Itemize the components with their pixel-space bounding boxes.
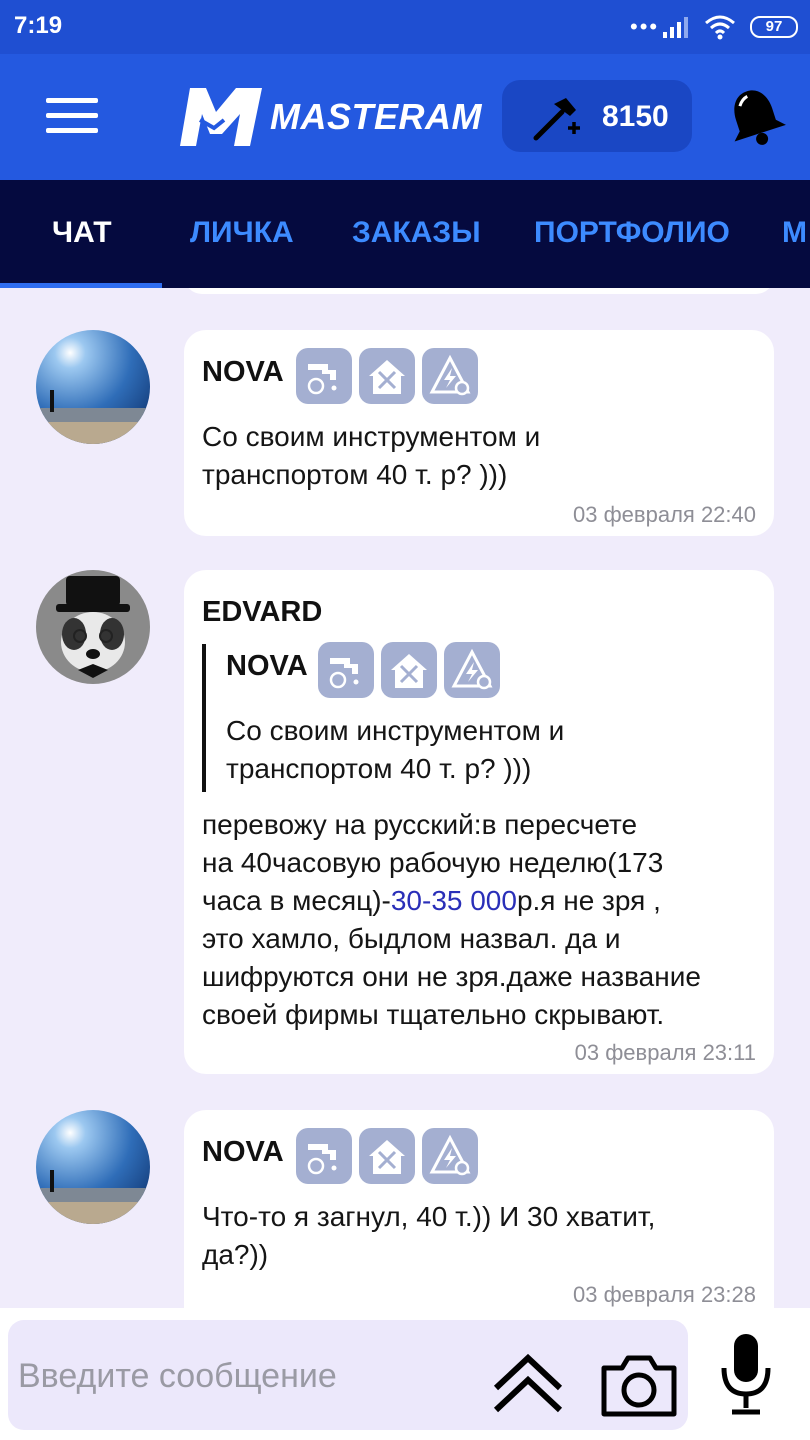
message-time: 03 февраля 23:28 — [573, 1282, 756, 1307]
quoted-text: Со своим инструментом и транспортом 40 т… — [226, 715, 565, 784]
chat-feed[interactable]: NOVA Со своим инструментом и транспортом… — [0, 288, 810, 1308]
message-input[interactable] — [18, 1348, 478, 1404]
tab-chat[interactable]: ЧАТ — [52, 216, 112, 250]
microphone-icon[interactable] — [716, 1332, 776, 1418]
camera-icon[interactable] — [598, 1350, 680, 1420]
house-tools-icon — [381, 642, 437, 698]
tab-portfolio[interactable]: ПОРТФОЛИО — [534, 216, 730, 250]
message-author[interactable]: NOVA — [202, 1136, 284, 1169]
message-card[interactable]: EDVARD NOVA Со своим инструментом и тран… — [184, 570, 774, 1074]
logo-mark-icon — [180, 88, 262, 146]
message-card[interactable]: NOVA Что-то я загнул, 40 т.)) И 30 хвати… — [184, 1110, 774, 1308]
status-time: 7:19 — [14, 12, 63, 39]
house-tools-icon — [359, 1128, 415, 1184]
bell-icon[interactable] — [722, 84, 788, 150]
message-time: 03 февраля 23:11 — [574, 1040, 756, 1065]
skill-badges — [318, 642, 508, 700]
composer — [8, 1320, 688, 1430]
message-author[interactable]: EDVARD — [202, 596, 322, 629]
points-count: 8150 — [602, 100, 669, 133]
avatar-nova[interactable] — [36, 1110, 150, 1224]
message-text: Со своим инструментом и транспортом 40 т… — [202, 421, 541, 490]
tab-bar: ЧАТ ЛИЧКА ЗАКАЗЫ ПОРТФОЛИО М — [0, 180, 810, 288]
message-author[interactable]: NOVA — [202, 356, 284, 389]
electrical-icon — [422, 348, 478, 404]
avatar-edvard[interactable] — [36, 570, 150, 684]
phone-number-link[interactable]: 30-35 000 — [391, 885, 517, 916]
status-bar: 7:19 ••• 97 — [0, 0, 810, 54]
quoted-author: NOVA — [226, 650, 308, 682]
composer-bar — [0, 1308, 810, 1440]
previous-message-card — [184, 288, 774, 294]
plumbing-icon — [296, 348, 352, 404]
plumbing-icon — [318, 642, 374, 698]
hammer-plus-icon — [533, 98, 580, 141]
menu-icon[interactable] — [46, 98, 98, 134]
battery-icon: 97 — [750, 16, 798, 38]
avatar-nova[interactable] — [36, 330, 150, 444]
app-header: MASTERAM 8150 — [0, 54, 810, 180]
quoted-message[interactable]: NOVA Со своим инструментом и транспортом… — [202, 642, 762, 792]
signal-icon — [663, 17, 688, 38]
message-time: 03 февраля 22:40 — [573, 502, 756, 527]
message-text: Что-то я загнул, 40 т.)) И 30 хватит, да… — [202, 1201, 656, 1270]
scroll-up-icon[interactable] — [486, 1348, 570, 1418]
status-dots: ••• — [630, 14, 660, 39]
message-text: перевожу на русский:в пересчете на 40час… — [202, 809, 701, 1030]
electrical-icon — [444, 642, 500, 698]
app-logo: MASTERAM — [170, 84, 500, 148]
tab-private[interactable]: ЛИЧКА — [190, 216, 294, 250]
message-card[interactable]: NOVA Со своим инструментом и транспортом… — [184, 330, 774, 536]
tab-more[interactable]: М — [782, 216, 807, 250]
electrical-icon — [422, 1128, 478, 1184]
skill-badges — [296, 1128, 486, 1186]
skill-badges — [296, 348, 486, 406]
plumbing-icon — [296, 1128, 352, 1184]
house-tools-icon — [359, 348, 415, 404]
points-button[interactable]: 8150 — [502, 80, 692, 152]
wifi-icon — [705, 15, 735, 40]
tab-orders[interactable]: ЗАКАЗЫ — [352, 216, 481, 250]
app-name: MASTERAM — [270, 96, 482, 137]
